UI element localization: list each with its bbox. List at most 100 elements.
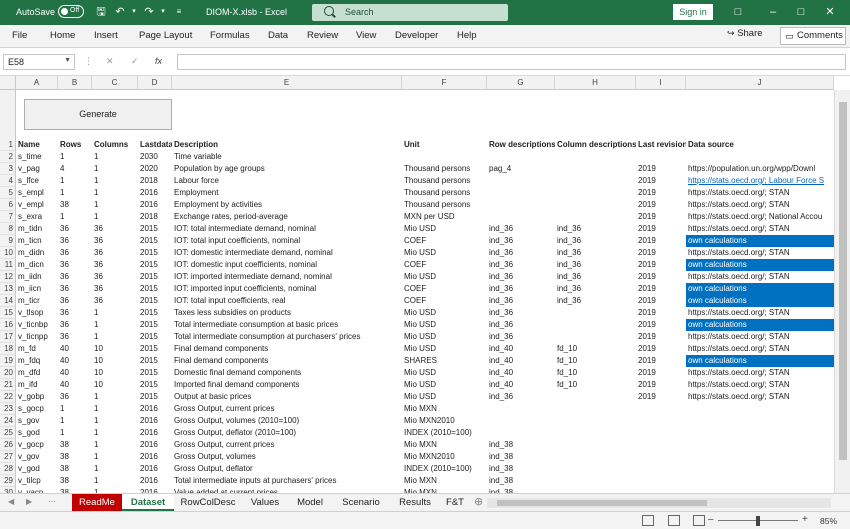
cell-columns[interactable]: 1: [92, 163, 138, 175]
cell-lastdata[interactable]: 2016: [138, 199, 172, 211]
vertical-scroll-thumb[interactable]: [839, 102, 847, 460]
cell-data-source[interactable]: [686, 151, 834, 163]
cell-columns[interactable]: 36: [92, 283, 138, 295]
header-cell-description[interactable]: Description: [172, 139, 402, 151]
cell-last-revision[interactable]: [636, 475, 686, 487]
cell-rows[interactable]: 36: [58, 271, 92, 283]
tab-insert[interactable]: Insert: [94, 30, 118, 41]
sheet-tab-rowcoldesc[interactable]: RowColDesc: [174, 494, 242, 511]
cell-description[interactable]: Employment by activities: [172, 199, 402, 211]
cell-data-source[interactable]: own calculations: [686, 283, 834, 295]
cell-lastdata[interactable]: 2016: [138, 187, 172, 199]
cell-description[interactable]: Exchange rates, period-average: [172, 211, 402, 223]
cell-last-revision[interactable]: 2019: [636, 295, 686, 307]
enter-icon[interactable]: ✓: [131, 56, 139, 67]
cell-data-source[interactable]: [686, 463, 834, 475]
cell-col-desc[interactable]: [555, 463, 636, 475]
cell-name[interactable]: m_ticr: [16, 295, 58, 307]
cell-col-desc[interactable]: ind_36: [555, 223, 636, 235]
cell-rows[interactable]: 40: [58, 367, 92, 379]
cell-description[interactable]: Gross Output, deflator (2010=100): [172, 427, 402, 439]
cell-data-source[interactable]: https://stats.oecd.org/; STAN: [686, 223, 834, 235]
cell-row-desc[interactable]: ind_36: [487, 283, 555, 295]
cell-unit[interactable]: COEF: [402, 295, 487, 307]
cell-lastdata[interactable]: 2015: [138, 379, 172, 391]
cell-lastdata[interactable]: 2015: [138, 391, 172, 403]
redo-dropdown-icon[interactable]: ▾: [156, 5, 170, 19]
cell-rows[interactable]: 1: [58, 427, 92, 439]
cell-row-desc[interactable]: ind_36: [487, 271, 555, 283]
cell-name[interactable]: s_lfce: [16, 175, 58, 187]
row-header[interactable]: 2: [0, 151, 16, 163]
cell-lastdata[interactable]: 2015: [138, 343, 172, 355]
cell-unit[interactable]: Thousand persons: [402, 199, 487, 211]
cell-rows[interactable]: 38: [58, 475, 92, 487]
cell-columns[interactable]: 1: [92, 463, 138, 475]
cell-data-source[interactable]: https://stats.oecd.org/; STAN: [686, 247, 834, 259]
header-cell-columns[interactable]: Columns: [92, 139, 138, 151]
sheet-tab-readme[interactable]: ReadMe: [72, 494, 122, 511]
tab-page-layout[interactable]: Page Layout: [139, 30, 192, 41]
cell-rows[interactable]: 38: [58, 199, 92, 211]
cell-lastdata[interactable]: 2016: [138, 463, 172, 475]
cell-columns[interactable]: 1: [92, 307, 138, 319]
generate-button[interactable]: Generate: [24, 99, 172, 130]
cell-lastdata[interactable]: 2016: [138, 427, 172, 439]
cell-name[interactable]: v_ticnpp: [16, 331, 58, 343]
cell-col-desc[interactable]: [555, 403, 636, 415]
cell-data-source[interactable]: https://stats.oecd.org/; STAN: [686, 331, 834, 343]
cell-data-source[interactable]: https://stats.oecd.org/; STAN: [686, 187, 834, 199]
select-all-corner[interactable]: [0, 76, 16, 90]
cell-description[interactable]: Time variable: [172, 151, 402, 163]
cell-data-source[interactable]: https://stats.oecd.org/; National Accou: [686, 211, 834, 223]
minimize-icon[interactable]: –: [765, 4, 781, 20]
new-sheet-icon[interactable]: ⊕: [474, 495, 483, 508]
cell-data-source[interactable]: https://stats.oecd.org/; STAN: [686, 379, 834, 391]
cell-rows[interactable]: 1: [58, 151, 92, 163]
tab-developer[interactable]: Developer: [395, 30, 438, 41]
cell-row-desc[interactable]: ind_36: [487, 295, 555, 307]
cell-col-desc[interactable]: fd_10: [555, 367, 636, 379]
cell-row-desc[interactable]: [487, 415, 555, 427]
cell-unit[interactable]: Mio MXN2010: [402, 451, 487, 463]
cell-data-source[interactable]: own calculations: [686, 259, 834, 271]
cell-description[interactable]: Population by age groups: [172, 163, 402, 175]
cell-unit[interactable]: Mio MXN: [402, 403, 487, 415]
cell-columns[interactable]: 1: [92, 391, 138, 403]
cell-lastdata[interactable]: 2018: [138, 175, 172, 187]
row-header[interactable]: 18: [0, 343, 16, 355]
cell-last-revision[interactable]: [636, 439, 686, 451]
cell-columns[interactable]: 36: [92, 235, 138, 247]
row-header[interactable]: 21: [0, 379, 16, 391]
cell-col-desc[interactable]: fd_10: [555, 379, 636, 391]
cell-col-desc[interactable]: [555, 427, 636, 439]
cell-col-desc[interactable]: ind_36: [555, 295, 636, 307]
cell-row-desc[interactable]: [487, 427, 555, 439]
cell-unit[interactable]: Thousand persons: [402, 187, 487, 199]
row-header[interactable]: 10: [0, 247, 16, 259]
cell-columns[interactable]: 1: [92, 451, 138, 463]
horizontal-scrollbar[interactable]: [487, 498, 831, 508]
cell-last-revision[interactable]: 2019: [636, 187, 686, 199]
cell-rows[interactable]: 36: [58, 247, 92, 259]
cell-description[interactable]: Gross Output, deflator: [172, 463, 402, 475]
cell-columns[interactable]: 10: [92, 379, 138, 391]
sheet-tab-ft[interactable]: F&T: [440, 494, 470, 511]
cell-rows[interactable]: 1: [58, 211, 92, 223]
cell-description[interactable]: Output at basic prices: [172, 391, 402, 403]
more-sheets-icon[interactable]: ⋯: [48, 497, 56, 506]
row-header[interactable]: 25: [0, 427, 16, 439]
cell-name[interactable]: s_gocp: [16, 403, 58, 415]
cell-last-revision[interactable]: [636, 151, 686, 163]
cell-description[interactable]: IOT: domestic input coefficients, nomina…: [172, 259, 402, 271]
cell-name[interactable]: v_god: [16, 463, 58, 475]
row-header[interactable]: 5: [0, 187, 16, 199]
cell-row-desc[interactable]: ind_36: [487, 391, 555, 403]
cell-unit[interactable]: Mio MXN: [402, 439, 487, 451]
header-cell-name[interactable]: Name: [16, 139, 58, 151]
cell-data-source[interactable]: https://stats.oecd.org/; STAN: [686, 367, 834, 379]
column-header-b[interactable]: B: [58, 76, 92, 90]
cell-last-revision[interactable]: 2019: [636, 307, 686, 319]
cell-row-desc[interactable]: ind_36: [487, 223, 555, 235]
cell-lastdata[interactable]: 2015: [138, 223, 172, 235]
